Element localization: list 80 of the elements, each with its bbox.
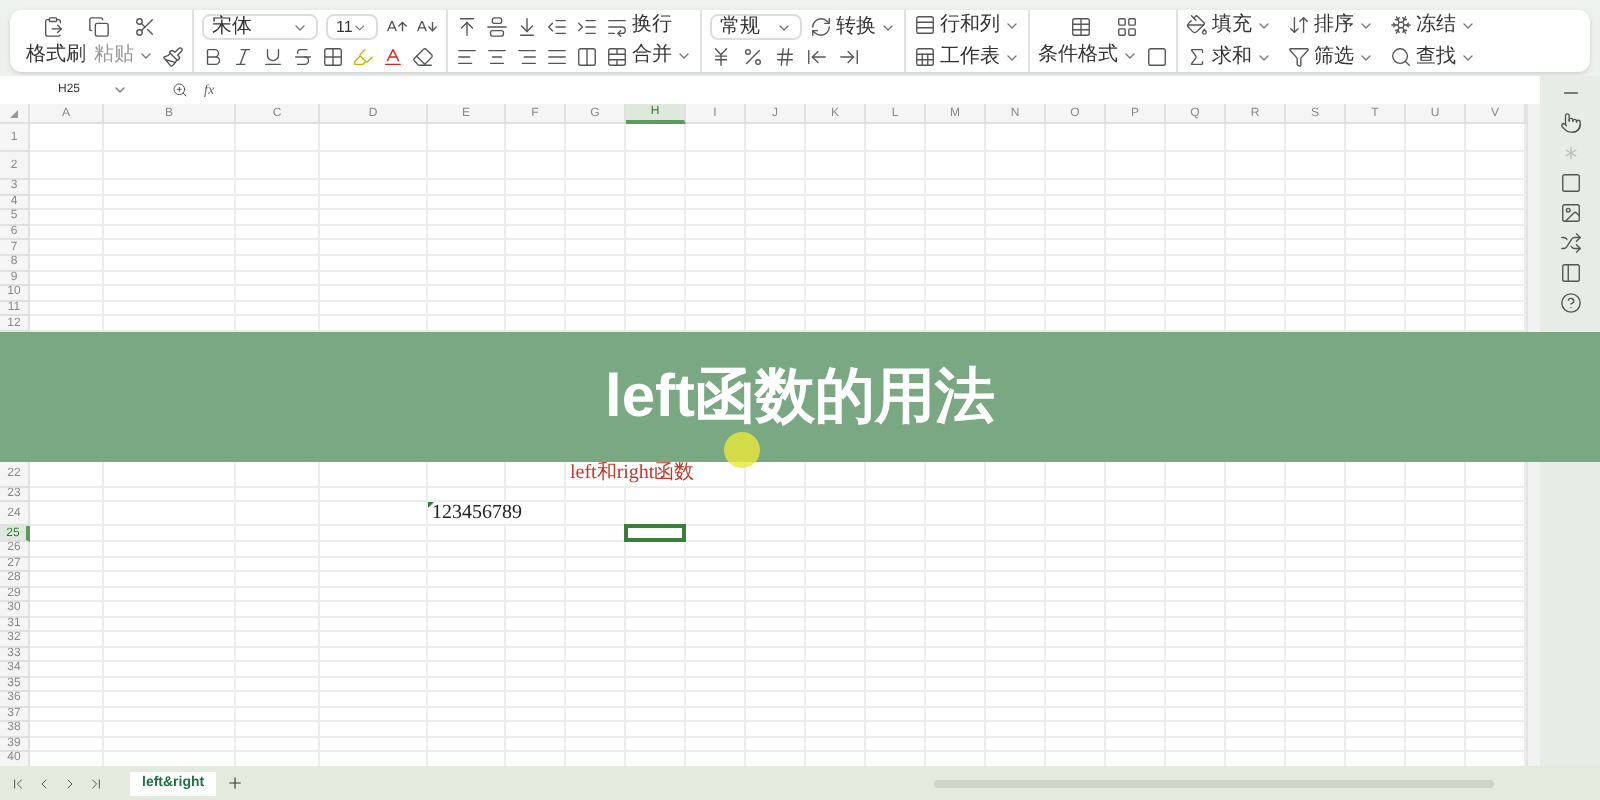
rows-icon	[914, 14, 936, 36]
strikethrough-icon[interactable]	[292, 46, 314, 68]
next-sheet-icon[interactable]	[62, 775, 78, 791]
select-all-icon	[10, 109, 18, 117]
currency-icon[interactable]	[710, 46, 732, 68]
image-icon[interactable]	[1559, 202, 1581, 224]
conditional-format-button[interactable]: 条件格式	[1038, 46, 1138, 66]
caret-icon	[138, 48, 154, 64]
search-icon	[1390, 46, 1412, 68]
border-icon[interactable]	[322, 46, 344, 68]
align-left-icon[interactable]	[456, 45, 478, 67]
font-select[interactable]: 宋体	[202, 14, 318, 40]
sheet-icon	[914, 46, 936, 68]
fill-button[interactable]: 填充	[1186, 14, 1272, 36]
convert-button[interactable]: 转换	[810, 16, 896, 38]
rows-columns-button[interactable]: 行和列	[914, 14, 1020, 36]
caret-icon	[352, 19, 368, 35]
square-icon[interactable]	[1559, 172, 1581, 194]
font-size-select[interactable]: 11	[326, 14, 378, 40]
square-icon[interactable]	[1146, 45, 1168, 67]
pointer-icon[interactable]	[1559, 112, 1581, 134]
sum-button[interactable]: 求和	[1186, 46, 1272, 68]
zoom-icon[interactable]	[172, 82, 188, 98]
freeze-button[interactable]: 冻结	[1390, 14, 1476, 36]
select-all-corner[interactable]	[0, 104, 30, 124]
previous-sheet-icon[interactable]	[36, 775, 52, 791]
vertical-scrollbar[interactable]	[1526, 462, 1540, 766]
grid-cell[interactable]: 123456789	[428, 502, 566, 526]
paste-button[interactable]: 粘贴	[94, 46, 154, 66]
align-bottom-icon[interactable]	[516, 15, 538, 37]
indent-increase-icon[interactable]	[576, 15, 598, 37]
sort-button[interactable]: 排序	[1288, 14, 1374, 36]
percent-icon[interactable]	[742, 46, 764, 68]
freeze-icon	[1390, 14, 1412, 36]
align-right-icon[interactable]	[516, 45, 538, 67]
eraser-icon[interactable]	[412, 46, 434, 68]
cell-text: left和right函数	[570, 464, 695, 484]
shuffle-icon[interactable]	[1559, 232, 1581, 254]
indent-decrease-icon[interactable]	[546, 15, 568, 37]
align-center-icon[interactable]	[486, 45, 508, 67]
banner-title: left函数的用法	[605, 367, 995, 427]
font-color-icon[interactable]	[382, 46, 404, 68]
wrap-button[interactable]: 换行	[606, 15, 672, 37]
merge-button[interactable]: 合并	[606, 45, 692, 67]
justify-icon[interactable]	[546, 45, 568, 67]
copy-icon[interactable]	[88, 15, 110, 37]
caret-icon	[1122, 48, 1138, 64]
caret-icon	[676, 48, 692, 64]
sort-icon	[1288, 14, 1310, 36]
italic-icon[interactable]	[232, 46, 254, 68]
filter-icon	[1288, 46, 1310, 68]
last-sheet-icon[interactable]	[88, 775, 104, 791]
underline-icon[interactable]	[262, 46, 284, 68]
paste-icon[interactable]	[42, 15, 64, 37]
caret-icon	[112, 82, 128, 98]
cell-number: 123456789	[432, 504, 522, 524]
sum-icon	[1186, 46, 1208, 68]
number-format-select[interactable]: 常规	[710, 14, 802, 40]
first-sheet-icon[interactable]	[10, 775, 26, 791]
panel-icon[interactable]	[1559, 262, 1581, 284]
align-middle-icon[interactable]	[486, 15, 508, 37]
find-button[interactable]: 查找	[1390, 46, 1476, 68]
bold-icon[interactable]	[202, 46, 224, 68]
table-icon[interactable]	[1069, 15, 1091, 37]
vertical-scrollbar[interactable]	[1526, 104, 1540, 332]
align-top-icon[interactable]	[456, 15, 478, 37]
format-painter-button[interactable]: 格式刷	[26, 46, 86, 66]
add-sheet-icon[interactable]	[226, 774, 245, 792]
number-as-text-indicator-icon	[428, 502, 434, 508]
grid-cell[interactable]: left和right函数	[566, 462, 746, 488]
worksheet-button[interactable]: 工作表	[914, 46, 1020, 68]
help-icon[interactable]	[1559, 292, 1581, 314]
fill-color-icon[interactable]	[352, 46, 374, 68]
fill-icon	[1186, 14, 1208, 36]
convert-icon	[810, 16, 832, 38]
merge-icon	[606, 45, 628, 67]
filter-button[interactable]: 筛选	[1288, 46, 1374, 68]
wrap-icon	[606, 15, 628, 37]
brush-icon[interactable]	[162, 45, 184, 67]
cut-icon[interactable]	[134, 15, 156, 37]
